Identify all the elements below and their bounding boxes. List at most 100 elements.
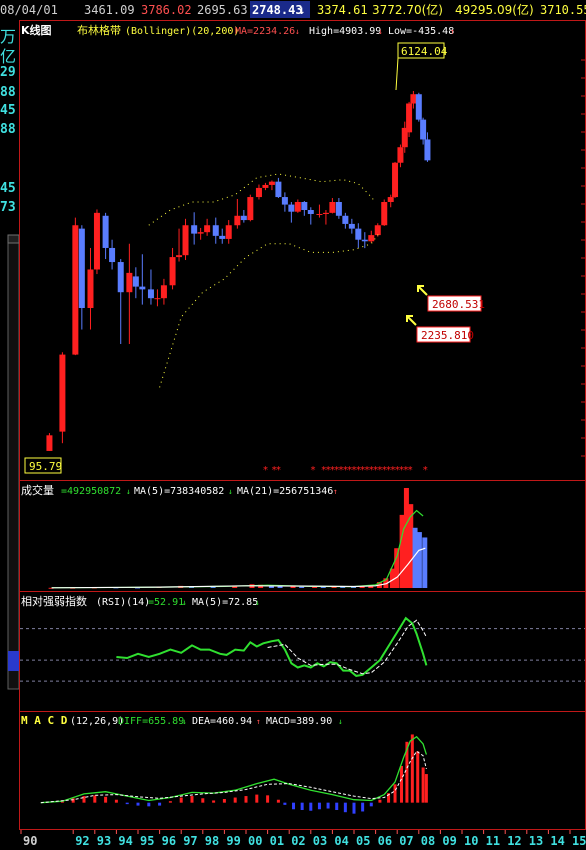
macd-histogram-bar [255, 794, 259, 803]
rsi-params: (RSI)(14) [96, 597, 150, 608]
x-axis-tick-label: 90 [23, 834, 37, 848]
star-marker: * [407, 465, 413, 476]
candle-body [355, 228, 362, 240]
candle-body [281, 197, 288, 205]
candle-body [307, 210, 314, 215]
x-axis-tick-label: 13 [529, 834, 543, 848]
left-scrollbar[interactable] [7, 234, 20, 690]
volume-ma21: MA(21)=256751346 [237, 486, 333, 497]
macd-histogram-bar [416, 751, 420, 803]
x-axis-tick-label: 00 [248, 834, 262, 848]
star-marker: * [422, 465, 428, 476]
bollinger-params: (Bollinger)(20,200) [125, 26, 239, 37]
macd-histogram-bar [82, 796, 86, 803]
macd-histogram-bar [424, 774, 428, 803]
macd-histogram-bar [300, 802, 304, 810]
volume-title: 成交量 [21, 483, 54, 497]
macd-histogram-bar [244, 796, 248, 803]
x-axis-tick-label: 99 [226, 834, 240, 848]
candle-body [72, 225, 79, 355]
volume-bar [416, 532, 422, 588]
macd-title: M A C D [21, 714, 68, 727]
scrollbar-thumb[interactable] [8, 651, 19, 671]
candle-body [197, 232, 204, 234]
macd-histogram-bar [233, 797, 237, 803]
x-axis-tick-label: 09 [442, 834, 456, 848]
top-close-arrow: ↓ [298, 3, 305, 17]
macd-histogram-bar [158, 802, 162, 806]
rsi-legend: 相对强弱指数 (RSI)(14) =52.91 ↓ MA(5)=72.85 ↓ [21, 594, 260, 608]
x-axis-tick-label: 94 [118, 834, 132, 848]
bollinger-low: Low=-435.48 [388, 26, 454, 37]
volume-ma5: MA(5)=738340582 [134, 486, 224, 497]
macd-histogram-bar [125, 802, 129, 805]
macd-histogram-bar [292, 802, 296, 810]
up-arrow-icon: ↑ [450, 27, 455, 36]
down-arrow-icon: ↓ [295, 27, 300, 36]
candle-body [381, 202, 388, 226]
top-date: 08/04/01 [0, 3, 58, 17]
volume-bar [290, 586, 296, 588]
down-arrow-icon: ↓ [338, 717, 343, 726]
macd-histogram-bar [104, 796, 108, 803]
macd-histogram-bar [400, 766, 404, 803]
x-axis-tick-label: 07 [399, 834, 413, 848]
candle-body [46, 435, 53, 451]
volume-bar [403, 488, 409, 588]
macd-histogram-bar [309, 802, 313, 811]
candle-body [139, 286, 146, 290]
macd-histogram-bar [136, 802, 140, 806]
macd-value: MACD=389.90 [266, 716, 332, 727]
macd-histogram-bar [352, 802, 356, 814]
candle-body [182, 225, 189, 256]
macd-histogram-bar [335, 802, 339, 810]
rsi-title: 相对强弱指数 [21, 594, 87, 608]
candle-body [301, 202, 308, 211]
candle-body [268, 181, 275, 185]
macd-histogram-bar [421, 767, 425, 803]
macd-params: (12,26,9) [70, 716, 124, 727]
top-close: 2748.43 [252, 3, 303, 17]
bollinger-ma: MA=2234.26 [235, 26, 295, 37]
candle-body [374, 225, 381, 236]
candle-body [212, 225, 219, 236]
star-marker: * [310, 465, 316, 476]
candle-body [387, 197, 394, 203]
candle-body [160, 285, 167, 299]
left-unit-yi: 亿 [0, 47, 16, 66]
candle-body [348, 223, 355, 229]
macd-histogram-bar [378, 799, 382, 803]
candle-body [109, 247, 116, 263]
bollinger-high: High=4903.99 [309, 26, 381, 37]
candle-body [126, 272, 133, 293]
macd-histogram-bar [147, 802, 151, 807]
candle-body [420, 119, 427, 140]
callout2-label: 2235.810 [421, 329, 474, 342]
macd-histogram-bar [317, 802, 321, 810]
candle-body [424, 139, 431, 161]
left-value: 45 [0, 103, 16, 118]
macd-histogram-bar [276, 799, 280, 803]
scrollbar-track[interactable] [7, 234, 20, 690]
candle-body [288, 204, 295, 212]
star-marker: * [275, 465, 281, 476]
scrollbar-up-button[interactable] [7, 234, 20, 244]
macd-histogram-bar [393, 784, 397, 803]
kline-title: K线图 [21, 23, 52, 37]
down-arrow-icon: ↓ [182, 598, 187, 607]
rsi-ma5: MA(5)=72.85 [192, 597, 258, 608]
left-value: 29 [0, 65, 16, 80]
down-arrow-icon: ↓ [182, 717, 187, 726]
macd-diff: DIFF=655.89 [118, 716, 184, 727]
top-amount: 3772.70(亿) [372, 2, 443, 17]
down-arrow-icon: ↓ [255, 598, 260, 607]
top-low: 2695.63 [197, 3, 248, 17]
candle-body [204, 225, 211, 233]
x-axis-tick-label: 95 [140, 834, 154, 848]
macd-histogram-bar [283, 802, 287, 805]
candle-body [415, 94, 422, 120]
macd-histogram-bar [201, 798, 205, 803]
x-axis-tick-label: 03 [313, 834, 327, 848]
macd-dea: DEA=460.94 [192, 716, 252, 727]
x-axis-tick-label: 06 [378, 834, 392, 848]
